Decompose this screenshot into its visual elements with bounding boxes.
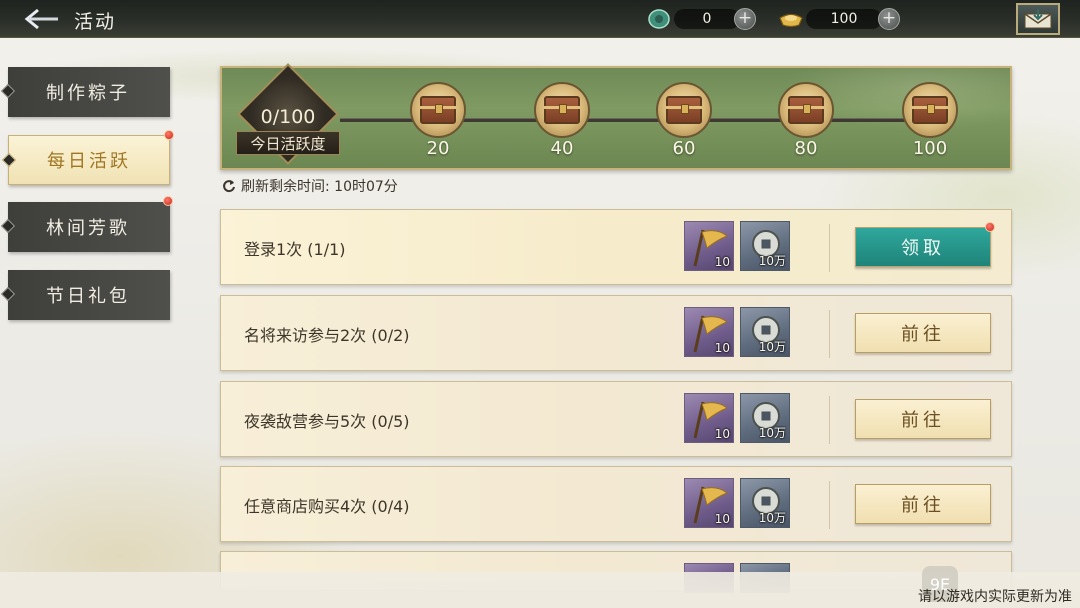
refresh-icon	[223, 180, 235, 193]
tab-make-zongzi[interactable]: 制作粽子	[0, 67, 170, 117]
top-bar: 活动 0 + 100 +	[0, 0, 1080, 38]
milestone-label: 20	[426, 138, 450, 159]
task-row: 任意商店购买4次 (0/4) 10 10万 前往	[220, 466, 1012, 542]
tab-forest-song[interactable]: 林间芳歌	[0, 196, 173, 252]
tab-label: 节日礼包	[46, 286, 130, 307]
back-arrow-icon	[24, 8, 58, 30]
add-gold-button[interactable]: +	[878, 8, 900, 30]
reward-chest-60[interactable]	[656, 82, 712, 138]
gold-currency: 100 +	[778, 7, 900, 31]
tab-label: 林间芳歌	[46, 218, 130, 239]
chest-icon	[666, 96, 702, 124]
reward-quantity: 10万	[758, 254, 786, 268]
reward-quantity: 10	[714, 341, 730, 355]
task-text: 夜袭敌营参与5次 (0/5)	[244, 412, 410, 431]
reward-flag-item[interactable]: 10	[684, 221, 734, 271]
reward-quantity: 10万	[758, 426, 786, 440]
milestone-label: 60	[672, 138, 696, 159]
task-text: 登录1次 (1/1)	[244, 240, 346, 259]
task-text: 任意商店购买4次 (0/4)	[244, 497, 410, 516]
row-divider	[829, 396, 830, 444]
gold-amount: 100	[806, 9, 882, 29]
activity-score: 0/100	[260, 106, 316, 128]
chest-icon	[912, 96, 948, 124]
jade-amount: 0	[674, 9, 740, 29]
row-divider	[829, 310, 830, 358]
activity-label: 今日活跃度	[236, 131, 340, 155]
row-divider	[829, 481, 830, 529]
go-button[interactable]: 前往	[855, 399, 991, 439]
jade-gem-icon	[646, 7, 672, 31]
refresh-text: 刷新剩余时间: 10时07分	[241, 179, 398, 195]
notification-dot	[985, 222, 995, 232]
reward-quantity: 10	[714, 427, 730, 441]
reward-coin-item[interactable]: 10万	[740, 221, 790, 271]
reward-flag-item[interactable]: 10	[684, 393, 734, 443]
go-button[interactable]: 前往	[855, 484, 991, 524]
row-divider	[829, 224, 830, 272]
chest-icon	[788, 96, 824, 124]
task-row: 登录1次 (1/1) 10 10万 领取	[220, 209, 1012, 285]
chest-icon	[420, 96, 456, 124]
tab-festival-gift[interactable]: 节日礼包	[0, 270, 170, 320]
task-row: 夜袭敌营参与5次 (0/5) 10 10万 前往	[220, 381, 1012, 457]
mail-button[interactable]	[1016, 3, 1060, 35]
reward-quantity: 10	[714, 512, 730, 526]
milestone-label: 100	[912, 138, 948, 159]
reward-coin-item[interactable]: 10万	[740, 478, 790, 528]
reward-coin-item[interactable]: 10万	[740, 307, 790, 357]
claim-button[interactable]: 领取	[855, 227, 991, 267]
milestone-label: 80	[794, 138, 818, 159]
page-title: 活动	[74, 11, 117, 33]
go-button[interactable]: 前往	[855, 313, 991, 353]
milestone-label: 40	[550, 138, 574, 159]
add-jade-button[interactable]: +	[734, 8, 756, 30]
reward-quantity: 10万	[758, 511, 786, 525]
reward-chest-100[interactable]	[902, 82, 958, 138]
reward-flag-item[interactable]: 10	[684, 307, 734, 357]
reward-quantity: 10	[714, 255, 730, 269]
reward-chest-40[interactable]	[534, 82, 590, 138]
tab-label: 制作粽子	[46, 83, 130, 104]
back-button[interactable]	[22, 6, 62, 32]
tab-label: 每日活跃	[47, 151, 131, 172]
notification-dot	[164, 130, 174, 140]
tab-daily-activity[interactable]: 每日活跃	[1, 130, 174, 185]
footer-note: 请以游戏内实际更新为准	[918, 589, 1072, 605]
chest-icon	[544, 96, 580, 124]
refresh-timer: 刷新剩余时间: 10时07分	[222, 176, 398, 196]
jade-currency: 0 +	[646, 7, 756, 31]
reward-coin-item[interactable]: 10万	[740, 393, 790, 443]
mail-icon	[1024, 9, 1052, 29]
task-text: 名将来访参与2次 (0/2)	[244, 326, 410, 345]
reward-flag-item[interactable]: 10	[684, 478, 734, 528]
reward-chest-20[interactable]	[410, 82, 466, 138]
gold-ingot-icon	[778, 7, 804, 31]
notification-dot	[163, 196, 173, 206]
reward-chest-80[interactable]	[778, 82, 834, 138]
reward-quantity: 10万	[758, 340, 786, 354]
task-row: 名将来访参与2次 (0/2) 10 10万 前往	[220, 295, 1012, 371]
